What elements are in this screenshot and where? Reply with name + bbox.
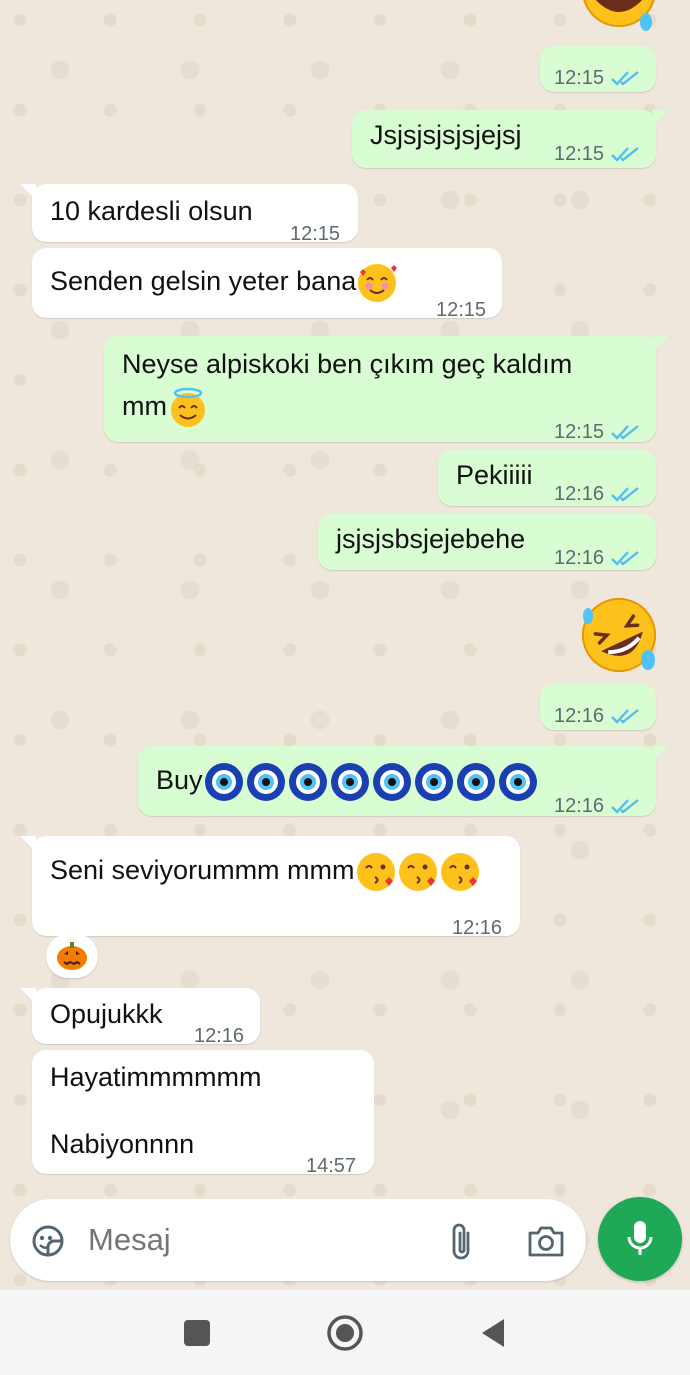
message-text: Opujukkk bbox=[50, 999, 163, 1029]
nazar-amulet-emoji bbox=[330, 762, 369, 801]
message-bubble-outgoing[interactable]: 12:16 bbox=[540, 684, 656, 730]
home-button[interactable] bbox=[326, 1314, 364, 1352]
smiling-face-with-hearts-emoji bbox=[358, 263, 398, 302]
paperclip-icon[interactable] bbox=[446, 1221, 478, 1263]
message-bubble-incoming[interactable]: 10 kardesli olsun 12:15 bbox=[20, 184, 358, 245]
read-receipt-icon bbox=[611, 709, 639, 724]
read-receipt-icon bbox=[611, 71, 639, 86]
system-navigation-bar bbox=[0, 1290, 690, 1375]
message-time: 12:16 bbox=[554, 547, 605, 569]
message-input[interactable] bbox=[88, 1219, 408, 1261]
jack-o-lantern-emoji bbox=[57, 942, 87, 970]
message-reaction[interactable] bbox=[46, 934, 98, 978]
message-time: 12:16 bbox=[452, 917, 503, 939]
recent-apps-button[interactable] bbox=[184, 1320, 210, 1346]
nazar-amulet-emoji bbox=[288, 762, 327, 801]
message-time: 12:16 bbox=[554, 795, 605, 817]
read-receipt-icon bbox=[611, 425, 639, 440]
nazar-amulet-emoji bbox=[456, 762, 495, 801]
nazar-amulet-emoji bbox=[498, 762, 537, 801]
laughing-emoji-partial bbox=[583, 0, 655, 31]
message-time: 12:15 bbox=[554, 421, 605, 443]
message-text: jsjsjsbsjejebehe bbox=[336, 524, 526, 554]
voice-message-button[interactable] bbox=[598, 1197, 682, 1281]
message-time: 12:16 bbox=[554, 705, 605, 727]
read-receipt-icon bbox=[611, 487, 639, 502]
microphone-icon bbox=[627, 1221, 653, 1255]
message-text: Jsjsjsjsjsjejsj bbox=[370, 120, 522, 150]
back-button[interactable] bbox=[478, 1316, 508, 1350]
message-text: 10 kardesli olsun bbox=[50, 196, 253, 226]
message-bubble-outgoing[interactable]: Neyse alpiskoki ben çıkım geç kaldım mm … bbox=[104, 336, 668, 443]
read-receipt-icon bbox=[611, 551, 639, 566]
message-text: Pekiiiii bbox=[456, 460, 533, 490]
message-bubble-outgoing[interactable]: jsjsjsbsjejebehe 12:16 bbox=[318, 514, 656, 570]
message-composer bbox=[10, 1199, 586, 1281]
smiling-face-with-halo-emoji bbox=[170, 387, 205, 427]
read-receipt-icon bbox=[611, 799, 639, 814]
message-bubble-incoming[interactable]: Seni seviyorummm mmm 12:16 bbox=[20, 836, 520, 939]
rolling-on-floor-laughing-emoji[interactable] bbox=[578, 594, 660, 676]
message-bubble-outgoing[interactable]: Buy 12:16 bbox=[138, 746, 668, 817]
message-text-line: mm bbox=[122, 386, 209, 429]
message-time: 12:16 bbox=[554, 483, 605, 505]
message-time: 12:15 bbox=[554, 67, 605, 89]
message-text: Seni seviyorummm mmm bbox=[50, 850, 481, 893]
message-time: 14:57 bbox=[306, 1155, 357, 1177]
message-text-line: Hayatimmmmmm bbox=[50, 1062, 262, 1092]
nazar-amulet-emoji bbox=[414, 762, 453, 801]
face-blowing-kiss-emoji bbox=[356, 852, 395, 891]
face-blowing-kiss-emoji bbox=[398, 852, 437, 891]
message-text: Buy bbox=[156, 760, 539, 803]
read-receipt-icon bbox=[611, 147, 639, 162]
nazar-amulet-emoji bbox=[204, 762, 243, 801]
message-bubble-incoming[interactable]: Hayatimmmmmm Nabiyonnnn 14:57 bbox=[32, 1050, 374, 1177]
nazar-amulet-emoji bbox=[372, 762, 411, 801]
camera-icon[interactable] bbox=[526, 1223, 566, 1259]
message-text-line: Nabiyonnnn bbox=[50, 1129, 195, 1159]
message-bubble-outgoing[interactable]: Pekiiiii 12:16 bbox=[438, 450, 656, 506]
message-bubble-incoming[interactable]: Opujukkk 12:16 bbox=[20, 988, 260, 1047]
message-time: 12:15 bbox=[554, 143, 605, 165]
message-bubble-outgoing[interactable]: 12:15 bbox=[540, 46, 656, 92]
message-text-line: Neyse alpiskoki ben çıkım geç kaldım bbox=[122, 349, 573, 379]
message-bubble-incoming[interactable]: Senden gelsin yeter bana 12:15 bbox=[32, 248, 502, 321]
message-text: Senden gelsin yeter bana bbox=[50, 261, 398, 304]
message-time: 12:15 bbox=[436, 299, 487, 321]
message-bubble-outgoing[interactable]: Jsjsjsjsjsjejsj 12:15 bbox=[352, 110, 668, 168]
sticker-icon[interactable] bbox=[28, 1221, 68, 1261]
face-blowing-kiss-emoji bbox=[440, 852, 479, 891]
nazar-amulet-emoji-row bbox=[203, 762, 539, 801]
nazar-amulet-emoji bbox=[246, 762, 285, 801]
